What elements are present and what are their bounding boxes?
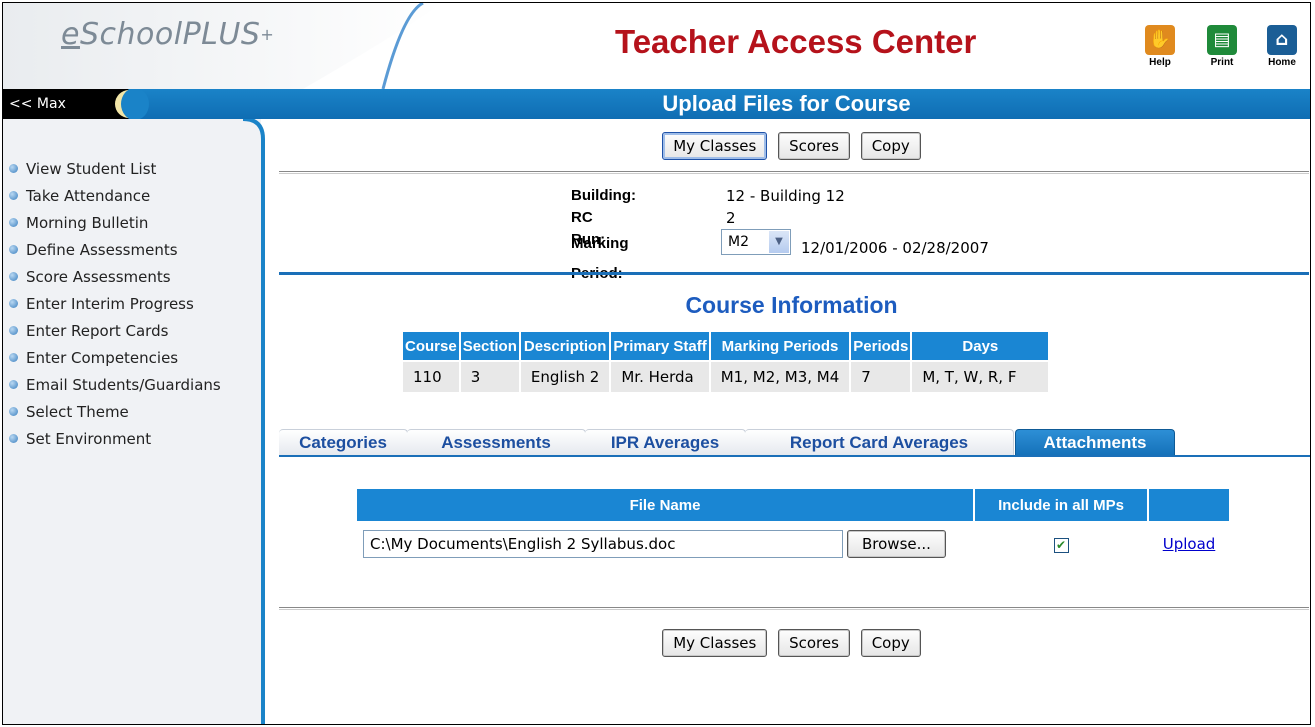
- table-header-row: File Name Include in all MPs: [357, 489, 1229, 521]
- include-all-mps-checkbox[interactable]: ✔: [1053, 538, 1069, 553]
- main-content: My Classes Scores Copy Building: 12 - Bu…: [271, 119, 1310, 724]
- maximize-toggle[interactable]: << Max: [3, 89, 98, 119]
- description-cell: English 2: [520, 362, 610, 392]
- days-cell: M, T, W, R, F: [912, 362, 1049, 392]
- sidebar-item-set-environment[interactable]: Set Environment: [9, 429, 221, 456]
- tab-assessments[interactable]: Assessments: [407, 429, 586, 456]
- bullet-icon: [9, 191, 18, 200]
- col-days: Days: [912, 332, 1049, 360]
- sidebar-item-enter-competencies[interactable]: Enter Competencies: [9, 348, 221, 375]
- copy-button[interactable]: Copy: [860, 629, 921, 657]
- col-primary-staff: Primary Staff: [611, 332, 709, 360]
- table-row: 110 3 English 2 Mr. Herda M1, M2, M3, M4…: [403, 362, 1049, 392]
- file-path-input[interactable]: C:\My Documents\English 2 Syllabus.doc: [363, 530, 843, 558]
- rc-run-value: 2: [726, 209, 736, 227]
- browse-button[interactable]: Browse...: [847, 530, 946, 558]
- marking-period-select[interactable]: M2 ▼: [721, 229, 791, 255]
- course-info-title: Course Information: [685, 292, 898, 318]
- tab-report-card-averages[interactable]: Report Card Averages: [745, 429, 1014, 456]
- col-include-all-mps: Include in all MPs: [975, 489, 1147, 521]
- print-button[interactable]: ▤ Print: [1205, 25, 1239, 68]
- divider: [279, 171, 1309, 174]
- swoosh-decoration: [89, 89, 149, 119]
- sidebar-item-email-students-guardians[interactable]: Email Students/Guardians: [9, 375, 221, 402]
- home-icon: ⌂: [1267, 25, 1297, 55]
- attachments-table: File Name Include in all MPs C:\My Docum…: [355, 487, 1231, 567]
- home-button[interactable]: ⌂ Home: [1265, 25, 1299, 68]
- col-course: Course: [403, 332, 459, 360]
- table-row: C:\My Documents\English 2 Syllabus.doc Br…: [357, 523, 1229, 565]
- tab-attachments[interactable]: Attachments: [1015, 429, 1175, 456]
- copy-button[interactable]: Copy: [860, 132, 921, 160]
- sidebar-item-morning-bulletin[interactable]: Morning Bulletin: [9, 213, 221, 240]
- top-button-row: My Classes Scores Copy: [271, 132, 1310, 160]
- col-description: Description: [520, 332, 610, 360]
- sidebar-border: [243, 119, 265, 724]
- col-section: Section: [460, 332, 519, 360]
- sidebar-item-take-attendance[interactable]: Take Attendance: [9, 186, 221, 213]
- bullet-icon: [9, 407, 18, 416]
- col-periods: Periods: [851, 332, 911, 360]
- bullet-icon: [9, 245, 18, 254]
- col-marking-periods: Marking Periods: [710, 332, 850, 360]
- app-window: eSchoolPLUS+ Teacher Access Center ✋ Hel…: [2, 2, 1311, 725]
- sidebar: View Student List Take Attendance Mornin…: [3, 119, 261, 724]
- col-file-name: File Name: [357, 489, 973, 521]
- header: eSchoolPLUS+ Teacher Access Center ✋ Hel…: [3, 3, 1310, 89]
- primary-staff-cell: Mr. Herda: [611, 362, 709, 392]
- bullet-icon: [9, 164, 18, 173]
- bullet-icon: [9, 380, 18, 389]
- upload-cell: Upload: [1149, 523, 1229, 565]
- bullet-icon: [9, 299, 18, 308]
- building-value: 12 - Building 12: [726, 187, 845, 205]
- bullet-icon: [9, 218, 18, 227]
- title-bar: << Max Upload Files for Course: [3, 89, 1310, 119]
- print-icon: ▤: [1207, 25, 1237, 55]
- sidebar-item-view-student-list[interactable]: View Student List: [9, 159, 221, 186]
- bullet-icon: [9, 272, 18, 281]
- divider: [279, 272, 1309, 275]
- tab-categories[interactable]: Categories: [279, 429, 408, 456]
- app-logo: eSchoolPLUS+: [61, 17, 275, 52]
- bullet-icon: [9, 434, 18, 443]
- marking-period-dates: 12/01/2006 - 02/28/2007: [801, 239, 989, 257]
- divider: [279, 607, 1309, 610]
- course-cell: 110: [403, 362, 459, 392]
- course-info-table: Course Section Description Primary Staff…: [401, 330, 1050, 394]
- sidebar-item-enter-report-cards[interactable]: Enter Report Cards: [9, 321, 221, 348]
- table-header-row: Course Section Description Primary Staff…: [403, 332, 1049, 360]
- tab-underline: [279, 455, 1310, 457]
- tab-ipr-averages[interactable]: IPR Averages: [585, 429, 746, 456]
- upload-link[interactable]: Upload: [1163, 535, 1216, 553]
- sidebar-item-enter-interim-progress[interactable]: Enter Interim Progress: [9, 294, 221, 321]
- sidebar-item-select-theme[interactable]: Select Theme: [9, 402, 221, 429]
- help-icon: ✋: [1145, 25, 1175, 55]
- help-button[interactable]: ✋ Help: [1143, 25, 1177, 68]
- periods-cell: 7: [851, 362, 911, 392]
- my-classes-button[interactable]: My Classes: [662, 629, 768, 657]
- bullet-icon: [9, 353, 18, 362]
- chevron-down-icon: ▼: [769, 231, 789, 253]
- include-cell: ✔: [975, 523, 1147, 565]
- scores-button[interactable]: Scores: [778, 132, 850, 160]
- file-cell: C:\My Documents\English 2 Syllabus.doc Br…: [357, 523, 973, 565]
- building-label: Building:: [571, 187, 636, 204]
- section-cell: 3: [460, 362, 519, 392]
- page-title: Upload Files for Course: [662, 91, 911, 116]
- bullet-icon: [9, 326, 18, 335]
- sidebar-item-define-assessments[interactable]: Define Assessments: [9, 240, 221, 267]
- sidebar-nav: View Student List Take Attendance Mornin…: [9, 159, 221, 456]
- marking-periods-cell: M1, M2, M3, M4: [710, 362, 850, 392]
- app-title: Teacher Access Center: [615, 23, 977, 60]
- col-action: [1149, 489, 1229, 521]
- scores-button[interactable]: Scores: [778, 629, 850, 657]
- sidebar-item-score-assessments[interactable]: Score Assessments: [9, 267, 221, 294]
- my-classes-button[interactable]: My Classes: [662, 132, 768, 160]
- bottom-button-row: My Classes Scores Copy: [271, 629, 1310, 657]
- marking-period-label: Marking Period:: [571, 235, 629, 282]
